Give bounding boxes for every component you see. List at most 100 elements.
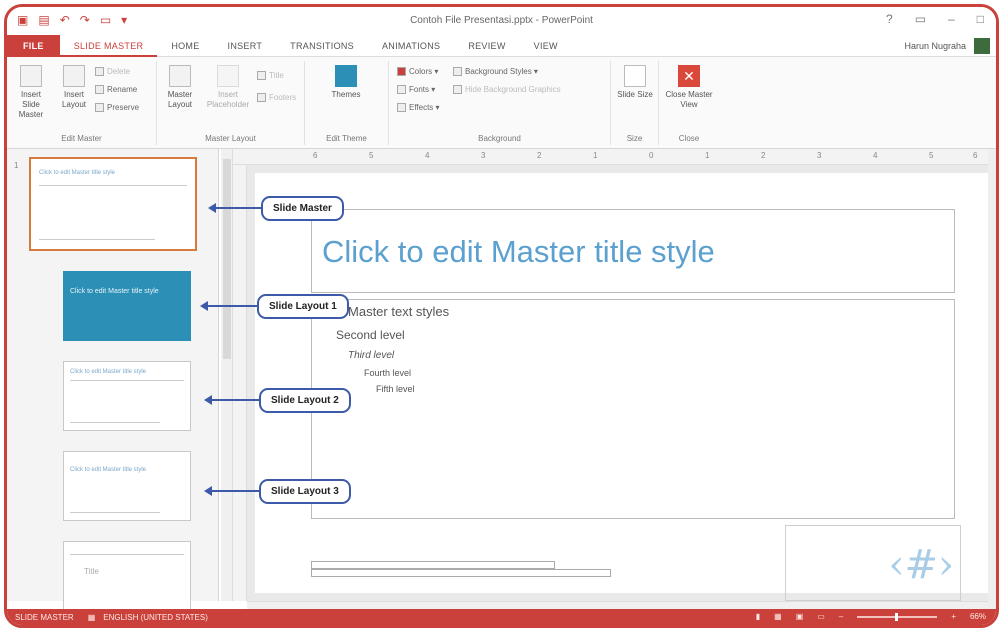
themes-button[interactable]: Themes xyxy=(329,65,363,100)
maximize-icon[interactable]: □ xyxy=(977,12,984,26)
tab-home[interactable]: HOME xyxy=(157,35,213,57)
ruler-tick: 2 xyxy=(537,151,542,160)
insert-placeholder-label: Insert Placeholder xyxy=(206,90,250,109)
placeholder-icon xyxy=(217,65,239,87)
group-close: ✕ Close Master View Close xyxy=(659,61,719,145)
thumbnail-title: Click to edit Master title style xyxy=(70,369,147,375)
colors-label: Colors xyxy=(409,67,433,76)
ruler-tick: 3 xyxy=(481,151,486,160)
zoom-out-icon[interactable]: – xyxy=(839,612,843,621)
fonts-icon xyxy=(397,85,406,95)
ribbon-display-icon[interactable]: ▭ xyxy=(915,12,926,26)
effects-label: Effects xyxy=(409,103,434,112)
tab-file[interactable]: FILE xyxy=(7,34,60,57)
zoom-level[interactable]: 66% xyxy=(970,612,986,621)
slide-master-slide[interactable]: Click to edit Master title style Edit Ma… xyxy=(255,173,995,601)
ruler-tick: 5 xyxy=(929,151,934,160)
callout-slide-layout-3: Slide Layout 3 xyxy=(259,479,351,504)
tab-review[interactable]: REVIEW xyxy=(454,35,519,57)
slide-number-placeholder[interactable]: ‹#› xyxy=(785,525,961,601)
ribbon-tabs: FILE SLIDE MASTER HOME INSERT TRANSITION… xyxy=(7,34,996,57)
close-master-view-button[interactable]: ✕ Close Master View xyxy=(665,65,713,110)
footers-checkbox[interactable]: Footers xyxy=(257,93,296,103)
delete-icon xyxy=(95,67,104,77)
ruler-tick: 0 xyxy=(649,151,654,160)
thumbnail-title: Click to edit Master title style xyxy=(39,170,116,176)
ruler-tick: 3 xyxy=(817,151,822,160)
reading-view-icon[interactable]: ▣ xyxy=(796,612,804,621)
text-level-3: Third level xyxy=(348,350,395,361)
text-level-2: Second level xyxy=(336,328,405,342)
background-styles-dropdown[interactable]: Background Styles ▾ xyxy=(453,67,538,77)
colors-icon xyxy=(397,67,406,77)
delete-button[interactable]: Delete xyxy=(95,67,130,77)
title-bar: ▣ ▤ ↶ ↷ ▭ ▾ Contoh File Presentasi.pptx … xyxy=(7,7,996,35)
group-label-master-layout: Master Layout xyxy=(205,134,256,143)
insert-slide-master-button[interactable]: Insert Slide Master xyxy=(11,65,51,120)
thumbnail-slide-layout-3[interactable]: Click to edit Master title style xyxy=(63,451,191,521)
help-icon[interactable]: ? xyxy=(886,12,893,26)
canvas-vertical-scrollbar[interactable] xyxy=(988,149,996,615)
group-size: Slide Size Size xyxy=(611,61,659,145)
callout-slide-master: Slide Master xyxy=(261,196,344,221)
scrollbar-thumb[interactable] xyxy=(223,159,231,359)
ruler-tick: 4 xyxy=(425,151,430,160)
tab-view[interactable]: VIEW xyxy=(520,35,572,57)
zoom-slider[interactable] xyxy=(857,612,938,621)
minimize-icon[interactable]: – xyxy=(948,12,955,26)
checkbox-icon xyxy=(257,71,266,81)
normal-view-icon[interactable]: ▮ xyxy=(756,612,760,621)
body-placeholder[interactable]: Edit Master text styles Second level Thi… xyxy=(311,299,955,519)
themes-icon xyxy=(335,65,357,87)
text-level-4: Fourth level xyxy=(364,368,412,378)
zoom-in-icon[interactable]: + xyxy=(951,612,956,621)
thumbnail-title: Click to edit Master title style xyxy=(70,288,159,295)
group-label-background: Background xyxy=(478,134,521,143)
preserve-button[interactable]: Preserve xyxy=(95,103,139,113)
avatar[interactable] xyxy=(974,38,990,54)
vertical-ruler xyxy=(233,165,247,601)
title-placeholder[interactable]: Click to edit Master title style xyxy=(311,209,955,293)
thumbnail-slide-layout-1[interactable]: Click to edit Master title style xyxy=(63,271,191,341)
themes-label: Themes xyxy=(331,90,361,99)
fonts-dropdown[interactable]: Fonts ▾ xyxy=(397,85,435,95)
tab-animations[interactable]: ANIMATIONS xyxy=(368,35,454,57)
thumbnail-slide-layout-4[interactable]: Title xyxy=(63,541,191,611)
slide-size-button[interactable]: Slide Size xyxy=(617,65,653,100)
pin-icon xyxy=(95,103,104,113)
insert-placeholder-button[interactable]: Insert Placeholder xyxy=(203,65,253,110)
effects-dropdown[interactable]: Effects ▾ xyxy=(397,103,440,113)
hide-background-graphics-checkbox[interactable]: Hide Background Graphics xyxy=(453,85,561,95)
proofing-icon[interactable]: ▦ xyxy=(88,613,96,622)
tab-insert[interactable]: INSERT xyxy=(214,35,277,57)
master-layout-label: Master Layout xyxy=(167,90,193,109)
footer-text-placeholder[interactable] xyxy=(311,569,611,577)
footer-placeholder[interactable] xyxy=(311,561,611,581)
zoom-slider-knob[interactable] xyxy=(895,612,899,621)
slideshow-icon[interactable]: ▭ xyxy=(817,612,825,621)
insert-layout-label: Insert Layout xyxy=(61,90,87,109)
slide-sorter-icon[interactable]: ▦ xyxy=(774,612,782,621)
insert-layout-button[interactable]: Insert Layout xyxy=(57,65,91,110)
tab-slide-master[interactable]: SLIDE MASTER xyxy=(59,35,158,57)
ruler-tick: 1 xyxy=(705,151,710,160)
thumbnail-title: Title xyxy=(84,567,99,576)
user-name[interactable]: Harun Nugraha xyxy=(904,41,966,51)
status-bar: SLIDE MASTER ▦ ENGLISH (UNITED STATES) ▮… xyxy=(7,609,996,625)
date-placeholder[interactable] xyxy=(311,561,555,569)
rename-button[interactable]: Rename xyxy=(95,85,138,95)
language-label[interactable]: ENGLISH (UNITED STATES) xyxy=(103,613,208,622)
colors-dropdown[interactable]: Colors ▾ xyxy=(397,67,438,77)
rename-label: Rename xyxy=(107,85,138,94)
thumbnail-slide-layout-2[interactable]: Click to edit Master title style xyxy=(63,361,191,431)
callout-arrow xyxy=(204,486,259,496)
master-layout-button[interactable]: Master Layout xyxy=(163,65,197,110)
thumbnails-scrollbar[interactable] xyxy=(221,149,233,601)
callout-arrow xyxy=(200,301,257,311)
thumbnail-slide-master[interactable]: Click to edit Master title style xyxy=(29,157,197,251)
title-checkbox[interactable]: Title xyxy=(257,71,284,81)
window-controls: ? ▭ – □ xyxy=(886,12,984,26)
tab-transitions[interactable]: TRANSITIONS xyxy=(276,35,368,57)
slide-size-icon xyxy=(624,65,646,87)
slide-master-icon xyxy=(20,65,42,87)
